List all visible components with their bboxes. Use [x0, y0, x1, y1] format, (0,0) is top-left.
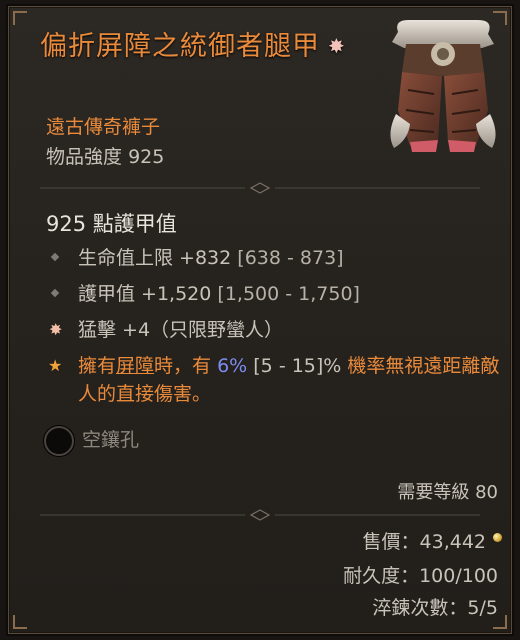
- section-divider: [40, 509, 480, 521]
- affix-text: 護甲值 +1,520: [78, 283, 212, 305]
- corner-ornament: [13, 615, 27, 629]
- socket-label: 空鑲孔: [82, 429, 140, 451]
- corner-ornament: [13, 11, 27, 25]
- unique-affix-text: 猛擊 +4（只限野蠻人）: [78, 319, 284, 341]
- affix-text: 生命值上限 +832: [78, 247, 232, 269]
- unique-affix-icon: ✸: [49, 320, 63, 339]
- affix-range: [638 - 873]: [237, 247, 344, 269]
- gold-coin-icon: [493, 533, 502, 542]
- item-title: 偏折屏障之統御者腿甲 ✸: [40, 28, 370, 65]
- section-divider: [40, 182, 480, 194]
- leg-armor-image: [390, 20, 496, 152]
- armor-value: 925 點護甲值: [46, 212, 177, 236]
- durability: 耐久度：100/100: [343, 565, 498, 587]
- legendary-affix-text: 擁有屏障時，有 6% [5 - 15]% 機率無視遠距離敵人的直接傷害。: [78, 352, 510, 408]
- affix-range: [1,500 - 1,750]: [217, 283, 360, 305]
- legendary-text-part: 時，有: [154, 355, 218, 377]
- legendary-keyword: 屏障: [116, 355, 155, 377]
- item-power: 物品強度 925: [46, 142, 164, 169]
- legendary-value: 6%: [217, 355, 248, 377]
- legendary-text-part: 擁有: [78, 355, 117, 377]
- legendary-range: [5 - 15]%: [247, 355, 342, 377]
- item-power-value: 925: [128, 146, 165, 168]
- item-power-label: 物品強度: [46, 146, 123, 168]
- required-level: 需要等級 80: [397, 482, 498, 503]
- item-rarity: 遠古傳奇褲子: [46, 116, 161, 138]
- legendary-star-icon: ★: [48, 356, 63, 375]
- temper-count: 淬鍊次數：5/5: [372, 597, 498, 619]
- empty-socket-icon: [44, 426, 74, 456]
- sell-value: 售價：43,442: [362, 531, 486, 553]
- unique-item-icon: ✸: [328, 34, 346, 58]
- item-name: 偏折屏障之統御者腿甲: [40, 31, 320, 62]
